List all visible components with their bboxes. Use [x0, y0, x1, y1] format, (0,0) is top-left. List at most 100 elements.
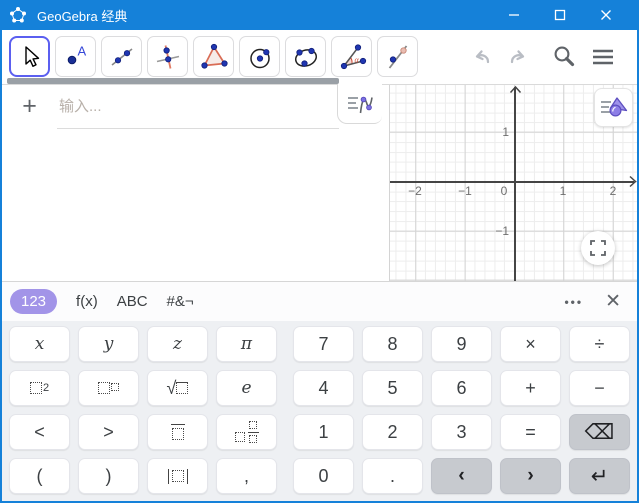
key-label: ⌫: [584, 420, 615, 444]
key-divide[interactable]: ÷: [569, 326, 630, 362]
key-7[interactable]: 7: [293, 326, 354, 362]
key-label: >: [103, 421, 114, 442]
title-bar: GeoGebra 经典: [0, 0, 639, 30]
keyboard-close-button[interactable]: ✕: [605, 292, 621, 311]
svg-text:A: A: [77, 43, 86, 58]
app-window: GeoGebra 经典 Aα + − 2 −1 0: [0, 0, 639, 503]
keyboard-tab-fx[interactable]: f(x): [76, 293, 98, 310]
key-enter[interactable]: ↵: [569, 458, 630, 494]
input-panel-toggle-button[interactable]: [337, 84, 382, 124]
undo-button[interactable]: [469, 45, 495, 69]
algebra-panel: +: [2, 84, 389, 281]
key-mixed-number[interactable]: [216, 414, 277, 450]
key-0[interactable]: 0: [293, 458, 354, 494]
key-z[interactable]: z: [147, 326, 208, 362]
tool-angle-button[interactable]: α: [331, 36, 372, 77]
tool-reflect-about-line-button[interactable]: [377, 36, 418, 77]
graphics-settings-button[interactable]: [594, 88, 633, 127]
key-3[interactable]: 3: [431, 414, 492, 450]
key-label: =: [525, 421, 536, 442]
tool-point-button[interactable]: A: [55, 36, 96, 77]
key-power[interactable]: [78, 370, 139, 406]
redo-button[interactable]: [505, 45, 531, 69]
key-cursor-left[interactable]: ‹: [431, 458, 492, 494]
tool-ellipse-button[interactable]: [285, 36, 326, 77]
graphics-view[interactable]: −2 −1 0 1 2 1 −1: [390, 85, 637, 281]
key-equals[interactable]: =: [500, 414, 561, 450]
key-4[interactable]: 4: [293, 370, 354, 406]
key-e[interactable]: e: [216, 370, 277, 406]
hamburger-icon: [593, 49, 613, 65]
minimize-button[interactable]: [491, 0, 537, 30]
key-label: e: [241, 378, 252, 398]
menu-button[interactable]: [588, 42, 617, 71]
x-axis-tick-label: 0: [500, 184, 508, 198]
key-label: ÷: [594, 333, 605, 354]
key-comma[interactable]: ,: [216, 458, 277, 494]
search-button[interactable]: [549, 42, 578, 71]
keyboard-keys: x y z π 7 8 9 × ÷ 2 √ e 4 5 6 + − < >1 2 3 = ⌫ (), 0. ‹ › ↵: [2, 321, 637, 501]
key-cursor-right[interactable]: ›: [500, 458, 561, 494]
key-less-than[interactable]: <: [9, 414, 70, 450]
close-button[interactable]: [583, 0, 629, 30]
keyboard-tab-symbols[interactable]: #&¬: [167, 293, 194, 310]
tool-buttons: Aα: [9, 36, 418, 77]
perpendicular-line-icon: [156, 44, 179, 69]
key-open-paren[interactable]: (: [9, 458, 70, 494]
key-sqrt[interactable]: √: [147, 370, 208, 406]
key-label: 6: [456, 377, 467, 398]
point-icon: A: [67, 43, 86, 64]
key-label: ↵: [590, 464, 609, 488]
keyboard-tab-123[interactable]: 123: [10, 289, 58, 314]
fullscreen-button[interactable]: [581, 231, 615, 265]
tool-perpendicular-line-button[interactable]: [147, 36, 188, 77]
angle-icon: α: [340, 43, 366, 69]
key-fraction[interactable]: [147, 414, 208, 450]
minimize-icon: [509, 14, 519, 16]
key-5[interactable]: 5: [362, 370, 423, 406]
key-6[interactable]: 6: [431, 370, 492, 406]
polygon-icon: [200, 43, 228, 69]
key-label: 8: [387, 333, 398, 354]
key-label: (: [36, 465, 43, 486]
x-axis-arrow-icon: [629, 175, 637, 188]
y-axis-tick-label: 1: [502, 125, 509, 139]
tool-circle-button[interactable]: [239, 36, 280, 77]
keyboard-tab-abc[interactable]: ABC: [117, 293, 148, 310]
key-1[interactable]: 1: [293, 414, 354, 450]
maximize-button[interactable]: [537, 0, 583, 30]
key-pi[interactable]: π: [216, 326, 277, 362]
function-list-icon: [348, 96, 373, 113]
y-axis-tick-label: −1: [495, 224, 509, 238]
key-label: ,: [243, 465, 249, 486]
key-9[interactable]: 9: [431, 326, 492, 362]
power-icon: [98, 382, 110, 394]
key-label: 5: [387, 377, 398, 398]
keyboard-more-button[interactable]: •••: [564, 295, 583, 309]
x-axis-tick-label: 2: [609, 184, 617, 198]
key-abs[interactable]: [147, 458, 208, 494]
key-y[interactable]: y: [78, 326, 139, 362]
key-x-squared[interactable]: 2: [9, 370, 70, 406]
key-8[interactable]: 8: [362, 326, 423, 362]
input-underline: [57, 128, 339, 129]
add-expression-button[interactable]: +: [2, 85, 57, 128]
key-minus[interactable]: −: [569, 370, 630, 406]
key-label: 1: [318, 421, 329, 442]
key-x[interactable]: x: [9, 326, 70, 362]
toolbar-actions: [469, 36, 617, 77]
key-2[interactable]: 2: [362, 414, 423, 450]
key-backspace[interactable]: ⌫: [569, 414, 630, 450]
reflect-icon: [388, 44, 407, 69]
tool-move-button[interactable]: [9, 36, 50, 77]
key-decimal-point[interactable]: .: [362, 458, 423, 494]
key-plus[interactable]: +: [500, 370, 561, 406]
tool-line-button[interactable]: [101, 36, 142, 77]
algebra-input[interactable]: [57, 97, 329, 116]
key-multiply[interactable]: ×: [500, 326, 561, 362]
tool-polygon-button[interactable]: [193, 36, 234, 77]
key-label: −: [594, 377, 605, 398]
geogebra-logo-icon: [10, 7, 26, 23]
key-greater-than[interactable]: >: [78, 414, 139, 450]
key-close-paren[interactable]: ): [78, 458, 139, 494]
